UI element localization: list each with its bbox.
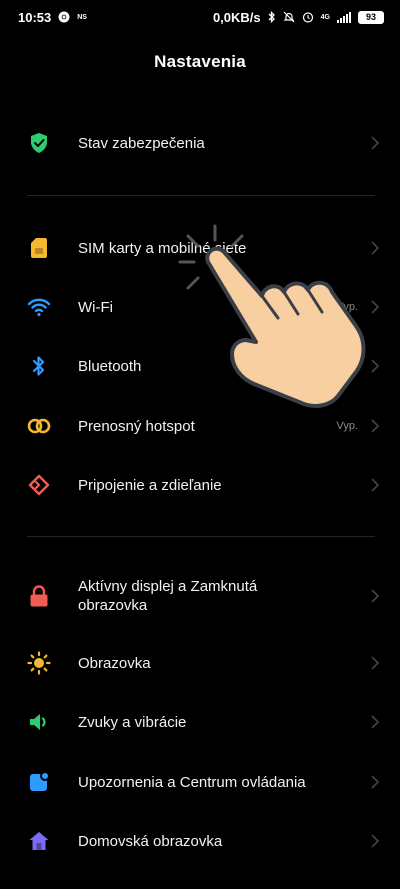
hotspot-icon <box>27 414 51 438</box>
sun-icon <box>27 651 51 675</box>
alarm-icon <box>302 11 314 23</box>
settings-item-security-status[interactable]: Stav zabezpečenia <box>0 115 400 171</box>
settings-item-label: Upozornenia a Centrum ovládania <box>78 773 306 791</box>
sim-card-icon <box>27 236 51 260</box>
settings-item-label: Obrazovka <box>78 654 151 672</box>
settings-item-label: Aktívny displej a Zamknutá obrazovka <box>78 578 258 614</box>
wifi-icon <box>27 295 51 319</box>
shield-check-icon <box>27 131 51 155</box>
lock-icon <box>27 584 51 608</box>
ns-indicator: NS <box>77 13 87 21</box>
chevron-right-icon <box>371 834 380 848</box>
tap-gesture-hand-icon <box>178 224 366 408</box>
chrome-icon <box>58 11 70 23</box>
chevron-right-icon <box>371 478 380 492</box>
section-divider <box>27 195 375 196</box>
settings-item-label: Zvuky a vibrácie <box>78 713 187 731</box>
status-bar: 10:53 NS 0,0KB/s 4G 93 <box>0 0 400 34</box>
settings-item-sounds[interactable]: Zvuky a vibrácie <box>0 694 400 750</box>
settings-item-home-screen[interactable]: Domovská obrazovka <box>0 813 400 869</box>
settings-item-label: Stav zabezpečenia <box>78 134 205 152</box>
mute-bell-icon <box>283 11 295 23</box>
bluetooth-status-icon <box>268 11 276 23</box>
speaker-icon <box>27 710 51 734</box>
settings-item-lock-screen[interactable]: Aktívny displej a Zamknutá obrazovka <box>0 568 400 624</box>
chevron-right-icon <box>371 715 380 729</box>
settings-item-notifications[interactable]: Upozornenia a Centrum ovládania <box>0 754 400 810</box>
chevron-right-icon <box>371 775 380 789</box>
bluetooth-icon <box>27 354 51 378</box>
connection-sharing-icon <box>27 473 51 497</box>
network-type: 4G <box>320 13 330 21</box>
settings-screen: 10:53 NS 0,0KB/s 4G 93 Nastavenia Stav z… <box>0 0 400 889</box>
settings-item-display[interactable]: Obrazovka <box>0 635 400 691</box>
network-speed: 0,0KB/s <box>212 9 261 25</box>
home-icon <box>27 829 51 853</box>
settings-item-label: Domovská obrazovka <box>78 832 223 850</box>
chevron-right-icon <box>371 136 380 150</box>
signal-icon <box>337 11 351 23</box>
notification-icon <box>27 770 51 794</box>
page-title: Nastavenia <box>154 52 246 71</box>
section-divider <box>27 536 375 537</box>
status-time: 10:53 <box>18 9 52 25</box>
settings-item-connection-sharing[interactable]: Pripojenie a zdieľanie <box>0 457 400 513</box>
chevron-right-icon <box>371 656 380 670</box>
settings-item-label: Pripojenie a zdieľanie <box>78 476 222 494</box>
battery-indicator: 93 <box>358 10 384 24</box>
chevron-right-icon <box>371 589 380 603</box>
